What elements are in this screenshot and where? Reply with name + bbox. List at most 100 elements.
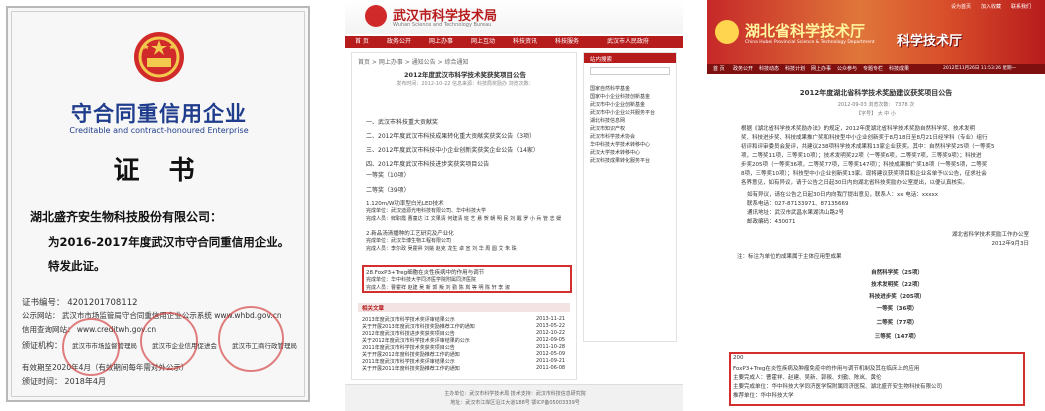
- wuhan-sidebar-search-input[interactable]: [590, 67, 670, 75]
- wuhan-sidebar-link[interactable]: 武汉市科学技术协会: [590, 133, 672, 140]
- hubei-intro-line: 步奖205项（一等奖36项，二等奖77项，三等奖147项）；科技成果推广奖18项…: [741, 162, 988, 168]
- hubei-signature: 湖北省科学技术奖励工作办公室: [951, 232, 1029, 238]
- wuhan-article: 首页 > 网上办事 > 通知公告 > 综合通知 2012年度武汉市科学技术奖获奖…: [351, 52, 577, 380]
- hubei-datetime: 2012年11月26日 11:53:26 星期一: [943, 66, 1016, 71]
- wuhan-sidebar-link[interactable]: 武汉市中小企业公共服务平台: [590, 109, 672, 116]
- certificate-panel: 守合同重信用企业 Creditable and contract-honoure…: [0, 0, 318, 410]
- wuhan-nav-gov-info[interactable]: 政务公开: [387, 36, 411, 48]
- certificate-subtitle: Creditable and contract-honoured Enterpr…: [69, 126, 249, 135]
- wuhan-bureau-page: 武汉市科学技术局 Wuhan Science and Technology Bu…: [345, 0, 683, 411]
- wuhan-nav-news[interactable]: 科技资讯: [513, 36, 537, 48]
- wuhan-related-date: 2011-09-21: [536, 358, 566, 364]
- hubei-category: 一等奖（36项）: [876, 306, 918, 312]
- hubei-contact-line: 邮政编码：430071: [747, 219, 796, 225]
- wuhan-related-item[interactable]: 2012年度武汉市科技进步奖获奖项目公告: [362, 330, 522, 337]
- hubei-highlight-units: 主要完成单位：华中科技大学同济医学院附属同济医院、湖北盛齐安生物科技有限公司: [733, 384, 943, 390]
- wuhan-footer-line-1: 主办单位：武汉市科学技术局 技术支持：武汉市科技信息研究院: [444, 391, 586, 397]
- hubei-nav-home[interactable]: 首 页: [713, 64, 725, 74]
- hubei-intro-line: 根据《湖北省科学技术奖励办法》的规定，2012年度湖北省科学技术奖励自然科学奖、…: [741, 126, 976, 132]
- wuhan-sidebar-link[interactable]: 武汉市中小企业创新基金: [590, 101, 672, 108]
- wuhan-project-2-people: 完成人员：李尔政 吴霍昇 刘姚 赵克 龙生 卓 宣 刘 华 周 圆 艾 朱 珠: [366, 246, 517, 252]
- hubei-intro-line: 各界意见，如有异议，请于公告之日起30日内向湖北省科技奖励办公室提出，以便认真核…: [741, 180, 969, 186]
- seal-stamp-3: [218, 306, 284, 372]
- wuhan-related-date: 2011-06-08: [536, 365, 566, 371]
- wuhan-highlight-people: 完成人员：曹霍祥 赵建 吴 新 郭 叛 刘 勤 陈 岚 等 明 陈 轩 李 淑: [366, 285, 510, 291]
- hubei-contact-line: 如有异议，请在公告之日起30日内向我厅提出意见，联系人：xx 电话：xxxxx: [747, 192, 939, 198]
- wuhan-related-item[interactable]: 2013年度武汉市科学技术奖评审结果公示: [362, 316, 522, 323]
- hubei-intro-line: 初评和评审委员会复评，共建议238项科学技术成果和13家企业获奖。其中：自然科学…: [741, 144, 995, 150]
- hubei-highlight-number: 200: [733, 355, 744, 361]
- wuhan-sidebar-header: 站内搜索: [590, 57, 613, 63]
- wuhan-article-title: 2012年度武汉市科学技术奖获奖项目公告: [403, 71, 527, 79]
- hubei-site-title-en: China Hubei Provincial Science & Technol…: [745, 40, 875, 45]
- hubei-sign-date: 2012年9月3日: [991, 241, 1030, 247]
- wuhan-related-item[interactable]: 2011年度武汉市科学技术奖获奖项目公告: [362, 344, 522, 351]
- wuhan-sidebar-link[interactable]: 国家中小企业科技创新基金: [590, 93, 672, 100]
- wuhan-nav-interaction[interactable]: 网上互动: [471, 36, 495, 48]
- hubei-nav-bar: 首 页 政务公开 科技动态 科技计划 网上办事 公众参与 专题专栏 科技成果 2…: [707, 64, 1045, 74]
- hubei-article-title: 2012年度湖北省科学技术奖励建议获奖项目公告: [799, 89, 953, 97]
- wuhan-list-item: 二、2012年度武汉市科技成果转化重大贡献奖获奖公告（3项）: [366, 133, 536, 140]
- wuhan-breadcrumb[interactable]: 首页 > 网上办事 > 通知公告 > 综合通知: [358, 57, 572, 66]
- hubei-category: 自然科学奖（25项）: [871, 270, 923, 276]
- certificate-title: 守合同重信用企业: [71, 102, 247, 126]
- wuhan-related-date: 2012-10-22: [536, 330, 566, 336]
- wuhan-related-date: 2013-05-22: [536, 323, 566, 329]
- wuhan-related-item[interactable]: 关于开展2011年度科技奖励推荐工作的通知: [362, 365, 522, 372]
- wuhan-project-1-people: 完成人员：鲜职霞 曹童达 江 文果清 何建清 班 艺 悬 贺 朝 明 民 刘 醒…: [366, 216, 562, 222]
- wuhan-nav-city-gov[interactable]: 武汉市人民政府: [607, 36, 649, 48]
- hubei-nav-public[interactable]: 公众参与: [837, 64, 857, 74]
- hubei-nav-topics[interactable]: 专题专栏: [863, 64, 883, 74]
- seal-stamp-2: [140, 312, 198, 370]
- hubei-font-size[interactable]: 【字号】 大 中 小: [727, 110, 1025, 117]
- wuhan-nav-home[interactable]: 首 页: [355, 36, 369, 48]
- wuhan-sidebar-link[interactable]: 武汉科技成果转化服务平台: [590, 157, 672, 164]
- hubei-banner-text: 科学技术厅: [897, 34, 963, 49]
- hubei-highlight-people: 主要完成人：曹霍祥、赵建、吴新、郭叛、刘勤、陈岚、黄伦: [733, 375, 882, 381]
- wuhan-emblem-icon: [365, 5, 387, 27]
- certificate-body-line-2: 为2016-2017年度武汉市守合同重信用企业。: [48, 235, 290, 249]
- seal-stamp-1: [62, 318, 120, 376]
- wuhan-list-item: 一等奖（10项）: [366, 172, 410, 179]
- hubei-contact-line: 联系电话：027-87133971、87135669: [747, 201, 849, 207]
- wuhan-related-item[interactable]: 关于开展2012年度科技奖励推荐工作的通知: [362, 351, 522, 358]
- wuhan-sidebar: 站内搜索 国家自然科学基金 国家中小企业科技创新基金 武汉市中小企业创新基金 武…: [583, 52, 677, 342]
- hubei-top-link[interactable]: 加入收藏: [981, 3, 1001, 10]
- hubei-intro-line: 8项，三等奖10项）；科技型中小企业创新奖13家。现将建议获奖项目和企业名单予以…: [741, 171, 987, 177]
- wuhan-sidebar-link[interactable]: 武汉大学技术转移中心: [590, 149, 672, 156]
- hubei-top-link[interactable]: 联系我们: [1011, 3, 1031, 10]
- wuhan-sidebar-link[interactable]: 湖北科技信息网: [590, 117, 672, 124]
- wuhan-related-item[interactable]: 关于开展2013年度武汉市科技奖励推荐工作的通知: [362, 323, 522, 330]
- hubei-intro-line: 项，二等奖11项，三等奖10项）；技术发明奖22项（一等奖6项，二等奖7项，三等…: [741, 153, 982, 159]
- wuhan-sidebar-link[interactable]: 华中科技大学技术转移中心: [590, 141, 672, 148]
- wuhan-related-date: 2013-11-21: [536, 316, 566, 322]
- hubei-category: 技术发明奖（22项）: [871, 282, 923, 288]
- hubei-nav-gov-info[interactable]: 政务公开: [733, 64, 753, 74]
- wuhan-related-item[interactable]: 2011年度武汉市科学技术奖评审结果公示: [362, 358, 522, 365]
- wuhan-project-1-unit: 完成单位：武汉迪源光电科技有限公司、华中科技大学: [366, 208, 487, 214]
- hubei-note: 注：标注为单位的成果属于主体应用型成果: [737, 254, 842, 260]
- wuhan-sidebar-link[interactable]: 国家自然科学基金: [590, 85, 672, 92]
- hubei-intro-line: 奖、科技进步奖、科技成果推广奖和科技型中小企业创新奖于8月18日至8月21日经学…: [741, 135, 988, 141]
- hubei-contact-line: 通讯地址：武汉市武昌水果湖洪山路2号: [747, 210, 845, 216]
- wuhan-site-title-en: Wuhan Science and Technology Bureau: [393, 22, 492, 28]
- wuhan-related-item[interactable]: 关于2012年度武汉市科学技术奖评审结果的公示: [362, 337, 522, 344]
- wuhan-nav-services[interactable]: 科技服务: [555, 36, 579, 48]
- wuhan-nav-online-service[interactable]: 网上办事: [429, 36, 453, 48]
- national-emblem-icon: [132, 30, 186, 84]
- hubei-category: 科技进步奖（205项）: [869, 294, 925, 300]
- wuhan-related-date: 2011-10-28: [536, 344, 566, 350]
- wuhan-related-date: 2012-09-05: [536, 337, 566, 343]
- hubei-nav-plans[interactable]: 科技计划: [785, 64, 805, 74]
- wuhan-highlight-title: 28.FoxP3+Treg细胞在炎性疾病中的作用与调节: [366, 270, 485, 276]
- hubei-emblem-icon: [715, 20, 739, 44]
- hubei-nav-news[interactable]: 科技动态: [759, 64, 779, 74]
- hubei-site-title: 湖北省科学技术厅: [745, 22, 866, 40]
- hubei-nav-online-service[interactable]: 网上办事: [811, 64, 831, 74]
- wuhan-sidebar-link[interactable]: 武汉市知识产权: [590, 125, 672, 132]
- hubei-nav-achievements[interactable]: 科技成果: [889, 64, 909, 74]
- hubei-top-link[interactable]: 设为首页: [951, 3, 971, 10]
- hubei-highlight-recommender: 推荐单位：华中科技大学: [733, 393, 794, 399]
- wuhan-project-2-unit: 完成单位：武汉华博生物工程有限公司: [366, 238, 452, 244]
- wuhan-related-date: 2012-05-09: [536, 351, 566, 357]
